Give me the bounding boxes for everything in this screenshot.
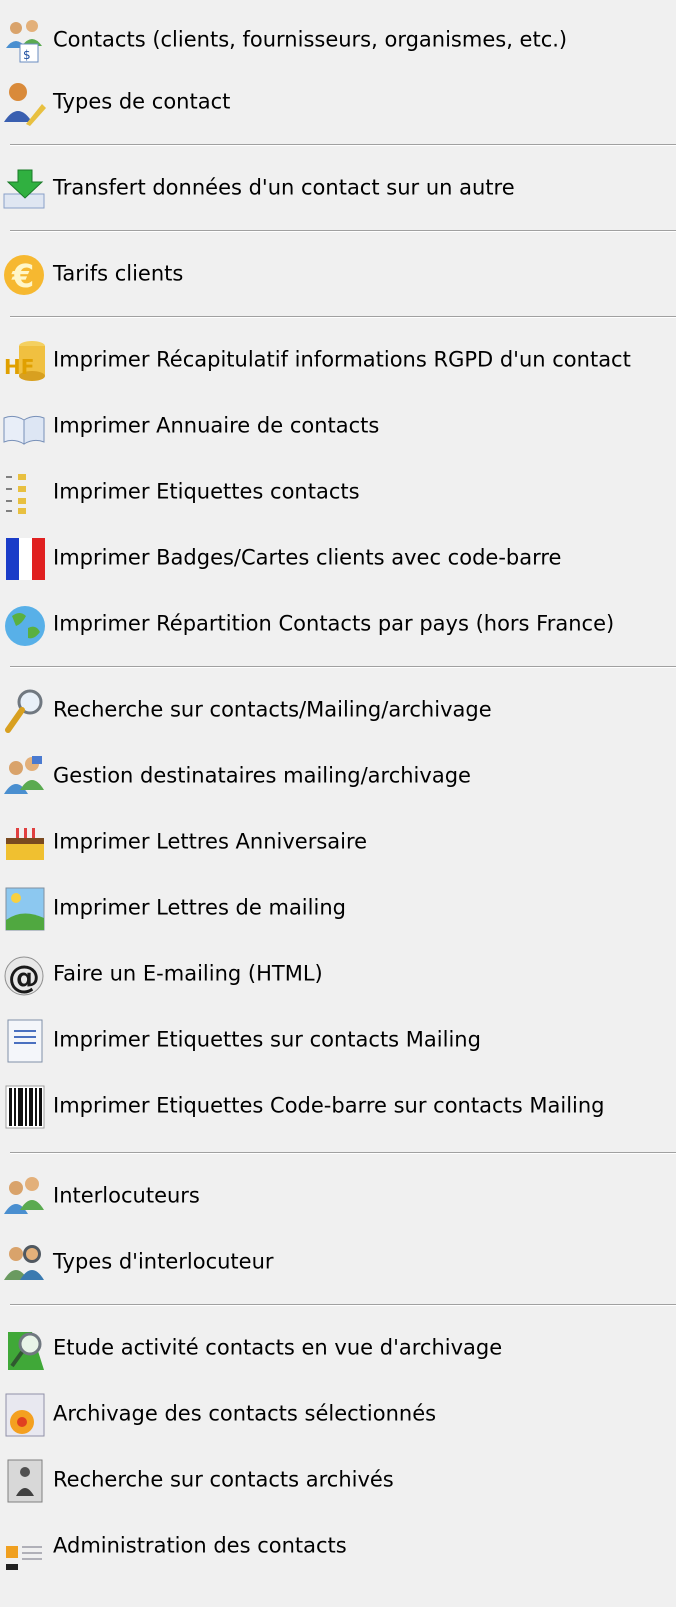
menu-item-label: Tarifs clients — [53, 261, 184, 286]
menu-item-archive-selected[interactable]: Archivage des contacts sélectionnés — [0, 1384, 676, 1444]
menu-item-birthday-letters[interactable]: Imprimer Lettres Anniversaire — [0, 812, 676, 872]
menu-item-label: Gestion destinataires mailing/archivage — [53, 763, 471, 788]
menu-item-interlocutor-types[interactable]: Types d'interlocuteur — [0, 1232, 676, 1292]
menu-item-contacts[interactable]: $ Contacts (clients, fournisseurs, organ… — [0, 10, 676, 70]
separator — [10, 666, 676, 668]
administration-icon — [2, 1524, 48, 1570]
menu-item-label: Imprimer Répartition Contacts par pays (… — [53, 611, 615, 636]
menu-item-print-country-distribution[interactable]: Imprimer Répartition Contacts par pays (… — [0, 594, 676, 654]
document-lines-icon — [2, 1018, 48, 1064]
svg-text:@: @ — [8, 958, 40, 996]
menu-item-print-labels[interactable]: Imprimer Etiquettes contacts — [0, 462, 676, 522]
menu-item-label: Types de contact — [53, 89, 231, 114]
svg-text:€: € — [11, 257, 34, 295]
menu-item-label: Interlocuteurs — [53, 1183, 200, 1208]
french-flag-icon — [2, 536, 48, 582]
barcode-icon — [2, 1084, 48, 1130]
separator — [10, 1152, 676, 1154]
separator — [10, 230, 676, 232]
magnifier-icon — [2, 688, 48, 734]
menu-item-print-rgpd[interactable]: HF Imprimer Récapitulatif informations R… — [0, 330, 676, 390]
svg-text:$: $ — [23, 48, 31, 62]
menu-item-mailing-letters[interactable]: Imprimer Lettres de mailing — [0, 878, 676, 938]
separator — [10, 1304, 676, 1306]
recipients-people-icon — [2, 754, 48, 800]
menu-item-print-directory[interactable]: Imprimer Annuaire de contacts — [0, 396, 676, 456]
svg-text:HF: HF — [4, 355, 34, 379]
menu-item-activity-study[interactable]: Etude activité contacts en vue d'archiva… — [0, 1318, 676, 1378]
at-sign-icon: @ — [2, 952, 48, 998]
menu-item-label: Imprimer Etiquettes contacts — [53, 479, 360, 504]
menu-item-label: Contacts (clients, fournisseurs, organis… — [53, 27, 568, 52]
interlocutor-type-people-icon — [2, 1240, 48, 1286]
menu-item-barcode-labels[interactable]: Imprimer Etiquettes Code-barre sur conta… — [0, 1076, 676, 1136]
menu-item-label: Imprimer Badges/Cartes clients avec code… — [53, 545, 562, 570]
contact-type-person-pen-icon — [2, 80, 48, 126]
menu-item-label: Archivage des contacts sélectionnés — [53, 1401, 437, 1426]
labels-list-icon — [2, 470, 48, 516]
menu-item-mailing-labels[interactable]: Imprimer Etiquettes sur contacts Mailing — [0, 1010, 676, 1070]
globe-icon — [2, 602, 48, 648]
archived-search-icon — [2, 1458, 48, 1504]
separator — [10, 316, 676, 318]
menu-item-label: Recherche sur contacts/Mailing/archivage — [53, 697, 492, 722]
menu-item-label: Transfert données d'un contact sur un au… — [53, 175, 515, 200]
archive-disc-icon — [2, 1392, 48, 1438]
menu-item-label: Recherche sur contacts archivés — [53, 1467, 394, 1492]
menu-item-print-badges[interactable]: Imprimer Badges/Cartes clients avec code… — [0, 528, 676, 588]
menu-item-label: Imprimer Récapitulatif informations RGPD… — [53, 347, 631, 372]
menu-item-search-contacts[interactable]: Recherche sur contacts/Mailing/archivage — [0, 680, 676, 740]
landscape-letter-icon — [2, 886, 48, 932]
menu-item-label: Types d'interlocuteur — [53, 1249, 274, 1274]
menu-item-contact-types[interactable]: Types de contact — [0, 72, 676, 132]
hf-database-icon: HF — [2, 338, 48, 384]
menu-item-label: Imprimer Etiquettes Code-barre sur conta… — [53, 1093, 605, 1118]
menu-item-mailing-recipients[interactable]: Gestion destinataires mailing/archivage — [0, 746, 676, 806]
menu-item-label: Administration des contacts — [53, 1533, 347, 1558]
euro-icon: € — [2, 252, 48, 298]
menu-item-label: Imprimer Annuaire de contacts — [53, 413, 380, 438]
menu-item-label: Imprimer Etiquettes sur contacts Mailing — [53, 1027, 481, 1052]
menu-item-search-archived[interactable]: Recherche sur contacts archivés — [0, 1450, 676, 1510]
menu-item-interlocutors[interactable]: Interlocuteurs — [0, 1166, 676, 1226]
menu-item-label: Imprimer Lettres de mailing — [53, 895, 346, 920]
menu-item-label: Imprimer Lettres Anniversaire — [53, 829, 368, 854]
menu-item-client-rates[interactable]: € Tarifs clients — [0, 244, 676, 304]
open-book-icon — [2, 404, 48, 450]
contacts-menu: $ Contacts (clients, fournisseurs, organ… — [0, 0, 676, 1607]
birthday-cake-icon — [2, 820, 48, 866]
menu-item-administration[interactable]: Administration des contacts — [0, 1516, 676, 1576]
menu-item-label: Faire un E-mailing (HTML) — [53, 961, 323, 986]
activity-study-icon — [2, 1326, 48, 1372]
menu-item-transfer[interactable]: Transfert données d'un contact sur un au… — [0, 158, 676, 218]
transfer-green-arrow-icon — [2, 166, 48, 212]
menu-item-label: Etude activité contacts en vue d'archiva… — [53, 1335, 503, 1360]
contacts-people-icon: $ — [2, 18, 48, 64]
separator — [10, 144, 676, 146]
menu-item-emailing[interactable]: @ Faire un E-mailing (HTML) — [0, 944, 676, 1004]
interlocutors-people-icon — [2, 1174, 48, 1220]
